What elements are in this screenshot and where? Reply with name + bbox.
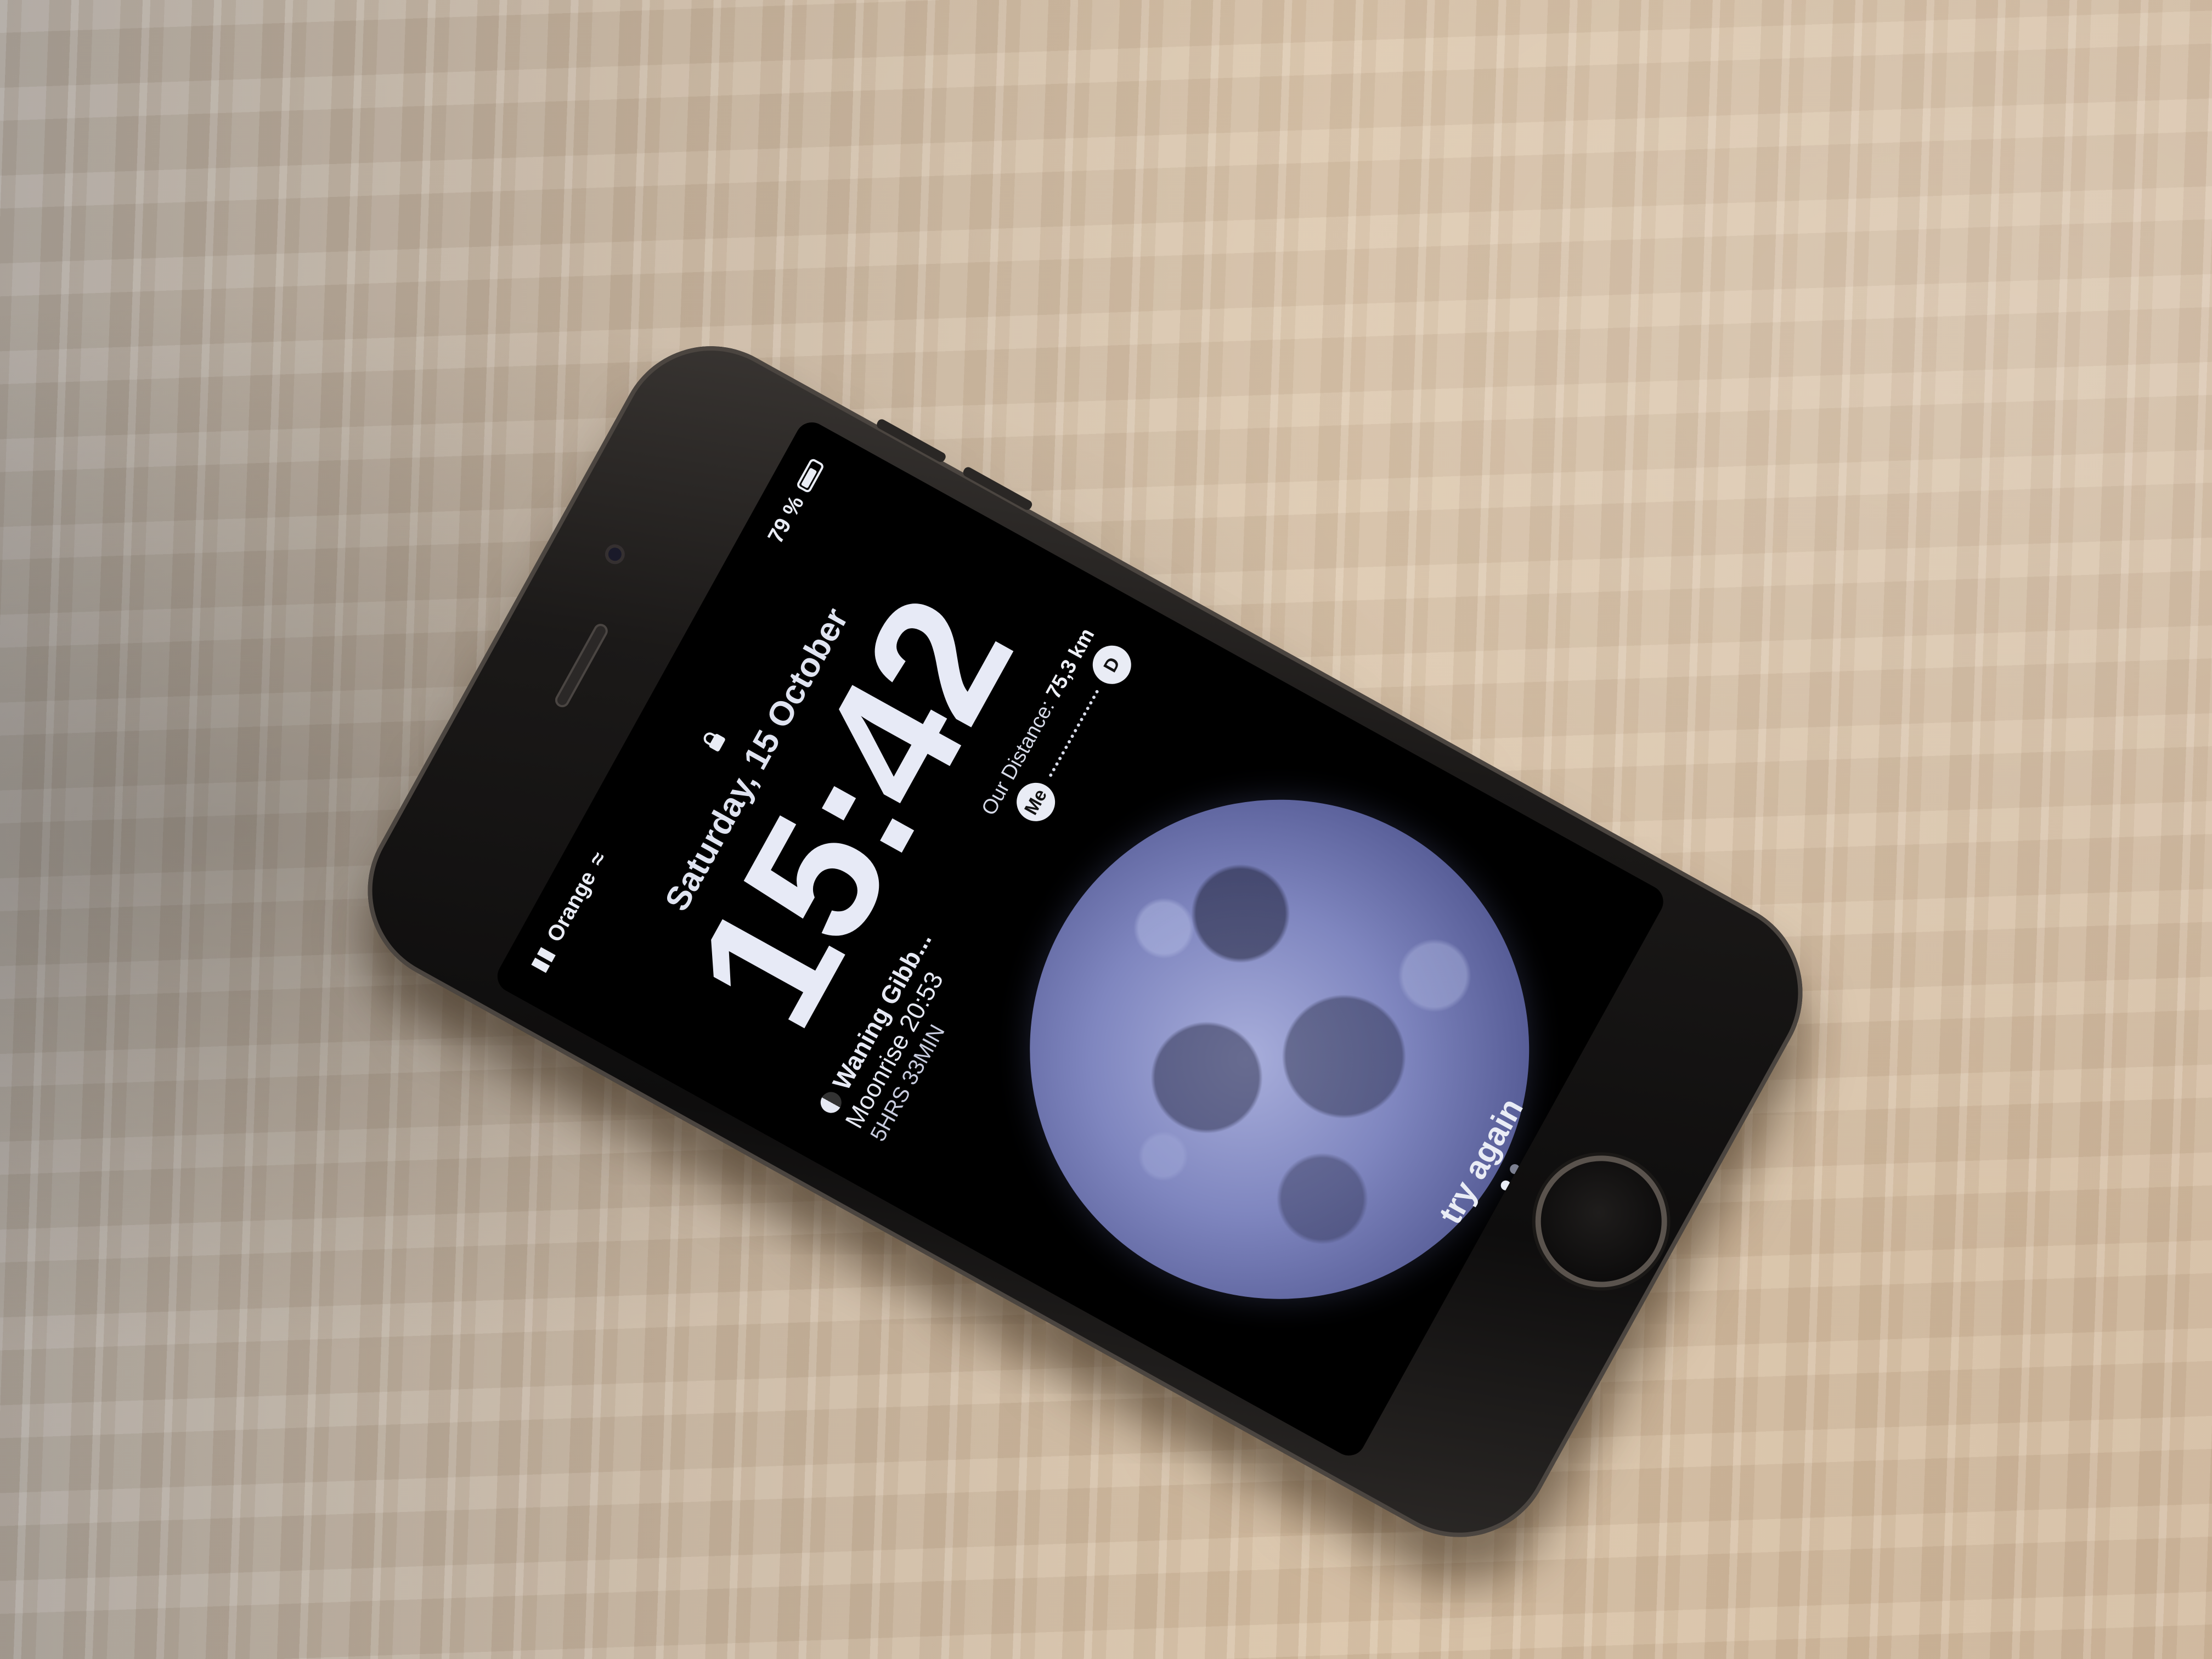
status-right: 79 % <box>763 455 829 548</box>
status-left: ▮▮ Orange ≈ <box>526 848 612 976</box>
lock-icon <box>703 732 725 752</box>
signal-icon: ▮▮ <box>526 943 559 976</box>
page-dot-active <box>1499 1178 1513 1193</box>
battery-percent: 79 % <box>763 492 809 548</box>
moon-phase-icon <box>817 1088 845 1117</box>
wifi-icon: ≈ <box>584 848 611 870</box>
carrier-label: Orange <box>542 867 601 946</box>
front-camera <box>601 540 629 568</box>
battery-fill <box>800 467 817 489</box>
battery-icon <box>795 457 825 494</box>
camera-icon[interactable] <box>1508 1162 1522 1176</box>
earpiece-speaker <box>552 621 611 710</box>
